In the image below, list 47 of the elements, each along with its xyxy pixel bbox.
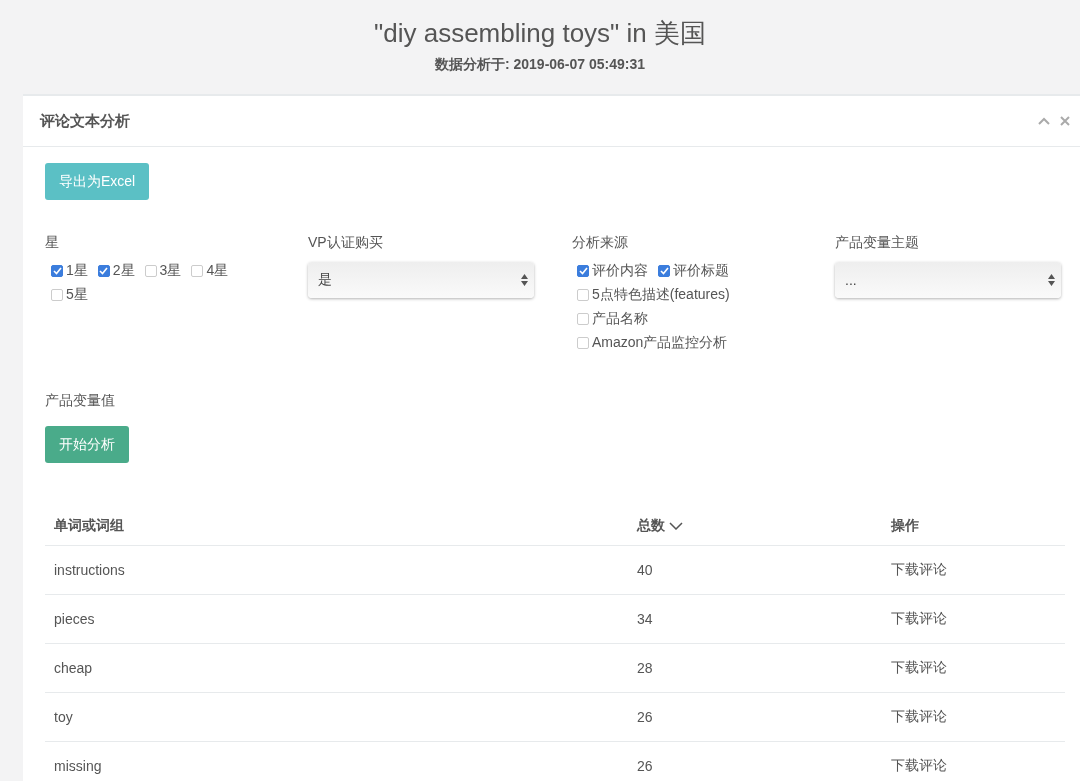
count-cell: 26 (637, 758, 653, 774)
checkbox-option[interactable]: Amazon产品监控分析 (577, 334, 777, 352)
column-header[interactable]: 总数 (637, 517, 665, 535)
count-cell: 40 (637, 562, 653, 578)
filter-label: VP认证购买 (308, 234, 384, 252)
updown-arrows-icon (521, 274, 528, 286)
column-header[interactable]: 操作 (891, 517, 919, 535)
checkbox-option[interactable]: 产品名称 (577, 310, 777, 328)
sort-down-icon[interactable] (669, 522, 683, 530)
close-icon[interactable] (1060, 116, 1070, 126)
word-cell: cheap (54, 660, 93, 676)
filter-label: 分析来源 (572, 234, 629, 252)
count-cell: 34 (637, 611, 653, 627)
checkbox-option[interactable]: 1星 (51, 262, 88, 280)
download-reviews-link[interactable]: 下载评论 (891, 708, 947, 724)
checkbox-option[interactable]: 4星 (191, 262, 229, 280)
checkbox-option[interactable]: 评价标题 (658, 262, 729, 280)
filter-label: 产品变量值 (45, 392, 116, 410)
check-icon (578, 267, 588, 275)
word-cell: missing (54, 758, 102, 774)
check-icon (99, 267, 109, 275)
download-reviews-link[interactable]: 下载评论 (891, 757, 947, 773)
page-title: "diy assembling toys" in 美国 (374, 17, 706, 50)
select-field[interactable]: 是 (308, 262, 534, 298)
panel-title: 评论文本分析 (40, 111, 130, 131)
count-cell: 26 (637, 709, 653, 725)
filter-label: 产品变量主题 (835, 234, 920, 252)
word-cell: instructions (54, 562, 125, 578)
checkbox-option[interactable]: 5点特色描述(features) (577, 286, 777, 304)
checkbox-option[interactable]: 2星 (97, 262, 135, 280)
select-field[interactable]: ... (835, 262, 1061, 298)
updown-arrows-icon (1048, 274, 1055, 286)
analysis-time: 数据分析于: 2019-06-07 05:49:31 (434, 56, 646, 74)
download-reviews-link[interactable]: 下载评论 (891, 610, 947, 626)
checkbox-option[interactable]: 3星 (144, 262, 182, 280)
download-reviews-link[interactable]: 下载评论 (891, 659, 947, 675)
check-icon (659, 267, 669, 275)
download-reviews-link[interactable]: 下载评论 (891, 561, 947, 577)
filter-label: 星 (45, 234, 60, 252)
collapse-icon[interactable] (1038, 117, 1050, 125)
word-cell: toy (54, 709, 73, 725)
count-cell: 28 (637, 660, 653, 676)
check-icon (52, 267, 62, 275)
column-header[interactable]: 单词或词组 (54, 517, 124, 535)
checkbox-option[interactable]: 5星 (51, 286, 88, 304)
word-cell: pieces (54, 611, 95, 627)
checkbox-option[interactable]: 评价内容 (577, 262, 648, 280)
